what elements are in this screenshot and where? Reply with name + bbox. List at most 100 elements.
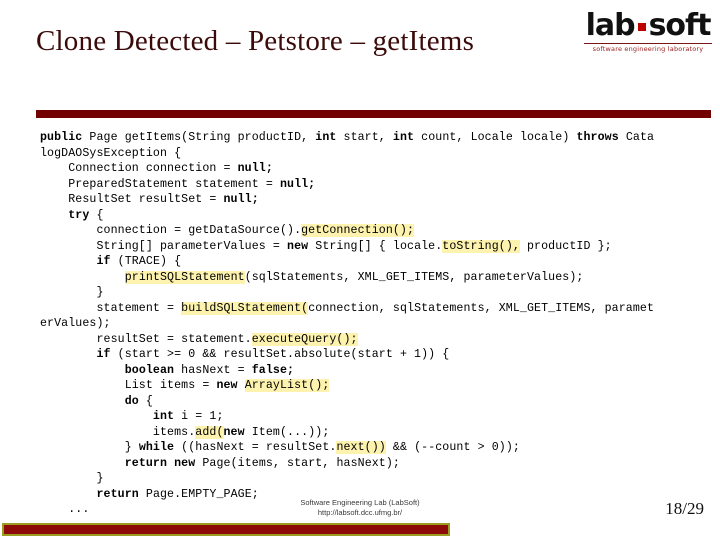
code-token: throws [576, 131, 619, 144]
slide-canvas: Clone Detected – Petstore – getItems lab… [0, 0, 720, 540]
code-token: List items = [40, 379, 217, 392]
code-token: boolean [124, 363, 175, 377]
code-token: logDAOSysException { [40, 146, 182, 160]
code-line: if (start >= 0 && resultSet.absolute(sta… [40, 347, 720, 363]
footer-lab-name: Software Engineering Lab (LabSoft) [300, 498, 420, 507]
code-token: Cata [618, 131, 655, 144]
logo-word-right: soft [648, 8, 712, 43]
code-line: String[] parameterValues = new String[] … [40, 239, 720, 255]
code-token-highlighted: add( [195, 425, 224, 439]
footer-url: http://labsoft.dcc.ufmg.br/ [317, 508, 403, 517]
code-token: new [216, 379, 238, 392]
code-line: statement = buildSQLStatement(connection… [40, 301, 720, 317]
code-token: { [138, 394, 153, 408]
code-token-highlighted: executeQuery(); [251, 332, 358, 346]
code-line: ResultSet resultSet = null; [40, 192, 720, 208]
code-line: int i = 1; [40, 409, 720, 425]
code-token: start, [336, 131, 393, 144]
code-line: } [40, 285, 720, 301]
code-token: if [96, 348, 111, 361]
code-token: int [315, 131, 337, 144]
code-token: Page getItems(String productID, [82, 131, 316, 144]
code-line: Connection connection = null; [40, 161, 720, 177]
code-token: (TRACE) { [110, 255, 182, 268]
code-token-highlighted: buildSQLStatement( [181, 301, 309, 315]
code-token: new [223, 425, 245, 439]
code-token: null; [237, 162, 273, 175]
code-token: { [89, 208, 104, 222]
code-token: new [287, 239, 309, 253]
code-token: Connection connection = [40, 162, 238, 175]
code-token: connection = getDataSource(). [40, 224, 302, 237]
code-token: } [40, 472, 104, 485]
page-title: Clone Detected – Petstore – getItems [36, 25, 475, 57]
code-line: do { [40, 394, 720, 410]
code-line: logDAOSysException { [40, 146, 720, 162]
code-token: erValues); [40, 317, 111, 330]
code-token: String[] parameterValues = [40, 239, 288, 253]
code-token: } [40, 441, 139, 454]
code-line: } while ((hasNext = resultSet.next()) &&… [40, 440, 720, 456]
logo-tagline: software engineering laboratory [584, 43, 712, 54]
code-token: return [124, 456, 168, 470]
source-code-block: public Page getItems(String productID, i… [40, 130, 720, 518]
code-line: connection = getDataSource().getConnecti… [40, 223, 720, 239]
code-line: items.add(new Item(...)); [40, 425, 720, 441]
code-token: null; [279, 177, 316, 191]
code-token-highlighted: next()) [336, 441, 386, 454]
code-line: boolean hasNext = false; [40, 363, 720, 379]
logo-wordmark: lab soft [584, 10, 712, 42]
code-token: new [174, 456, 196, 470]
code-token: null; [223, 193, 259, 206]
code-line: resultSet = statement.executeQuery(); [40, 332, 720, 348]
code-token: int [392, 131, 415, 144]
code-line: PreparedStatement statement = null; [40, 177, 720, 193]
code-token: i = 1; [174, 410, 224, 423]
slide-footer: Software Engineering Lab (LabSoft) http:… [0, 498, 720, 518]
code-line: erValues); [40, 316, 720, 332]
page-number: 18/29 [665, 499, 704, 518]
code-line: } [40, 471, 720, 487]
code-token: PreparedStatement statement = [40, 177, 280, 191]
code-token: String[] { locale. [308, 239, 443, 253]
code-token: items. [40, 425, 196, 439]
code-token: int [152, 410, 175, 423]
code-token: try [68, 208, 90, 222]
code-token: while [138, 441, 175, 454]
code-token: Page(items, start, hasNext); [195, 456, 400, 470]
bottom-accent-bar [2, 523, 450, 536]
code-token: if [96, 255, 111, 268]
code-token: false; [251, 363, 295, 377]
code-token: (start >= 0 && resultSet.absolute(start … [110, 348, 450, 361]
logo-square-dot-icon [637, 23, 646, 31]
code-token: ResultSet resultSet = [40, 193, 224, 206]
code-token-highlighted: ArrayList(); [244, 379, 330, 392]
code-line: if (TRACE) { [40, 254, 720, 270]
code-token: productID }; [519, 239, 612, 253]
code-line: List items = new ArrayList(); [40, 378, 720, 394]
code-token: hasNext = [174, 363, 252, 377]
code-token: statement = [40, 301, 182, 315]
code-line: return new Page(items, start, hasNext); [40, 456, 720, 472]
code-token: connection, sqlStatements, XML_GET_ITEMS… [308, 301, 655, 315]
logo-word-left: lab [585, 8, 636, 43]
code-line: try { [40, 208, 720, 224]
labsoft-logo: lab soft software engineering laboratory [584, 10, 712, 62]
code-token: } [40, 286, 104, 299]
code-token: count, Locale locale) [414, 131, 577, 144]
code-token-highlighted: printSQLStatement [124, 270, 245, 284]
title-divider-rule [36, 110, 711, 118]
code-token: do [124, 394, 139, 408]
code-line: printSQLStatement(sqlStatements, XML_GET… [40, 270, 720, 286]
code-token: && (--count > 0)); [385, 441, 520, 454]
code-token: Item(...)); [244, 425, 330, 439]
